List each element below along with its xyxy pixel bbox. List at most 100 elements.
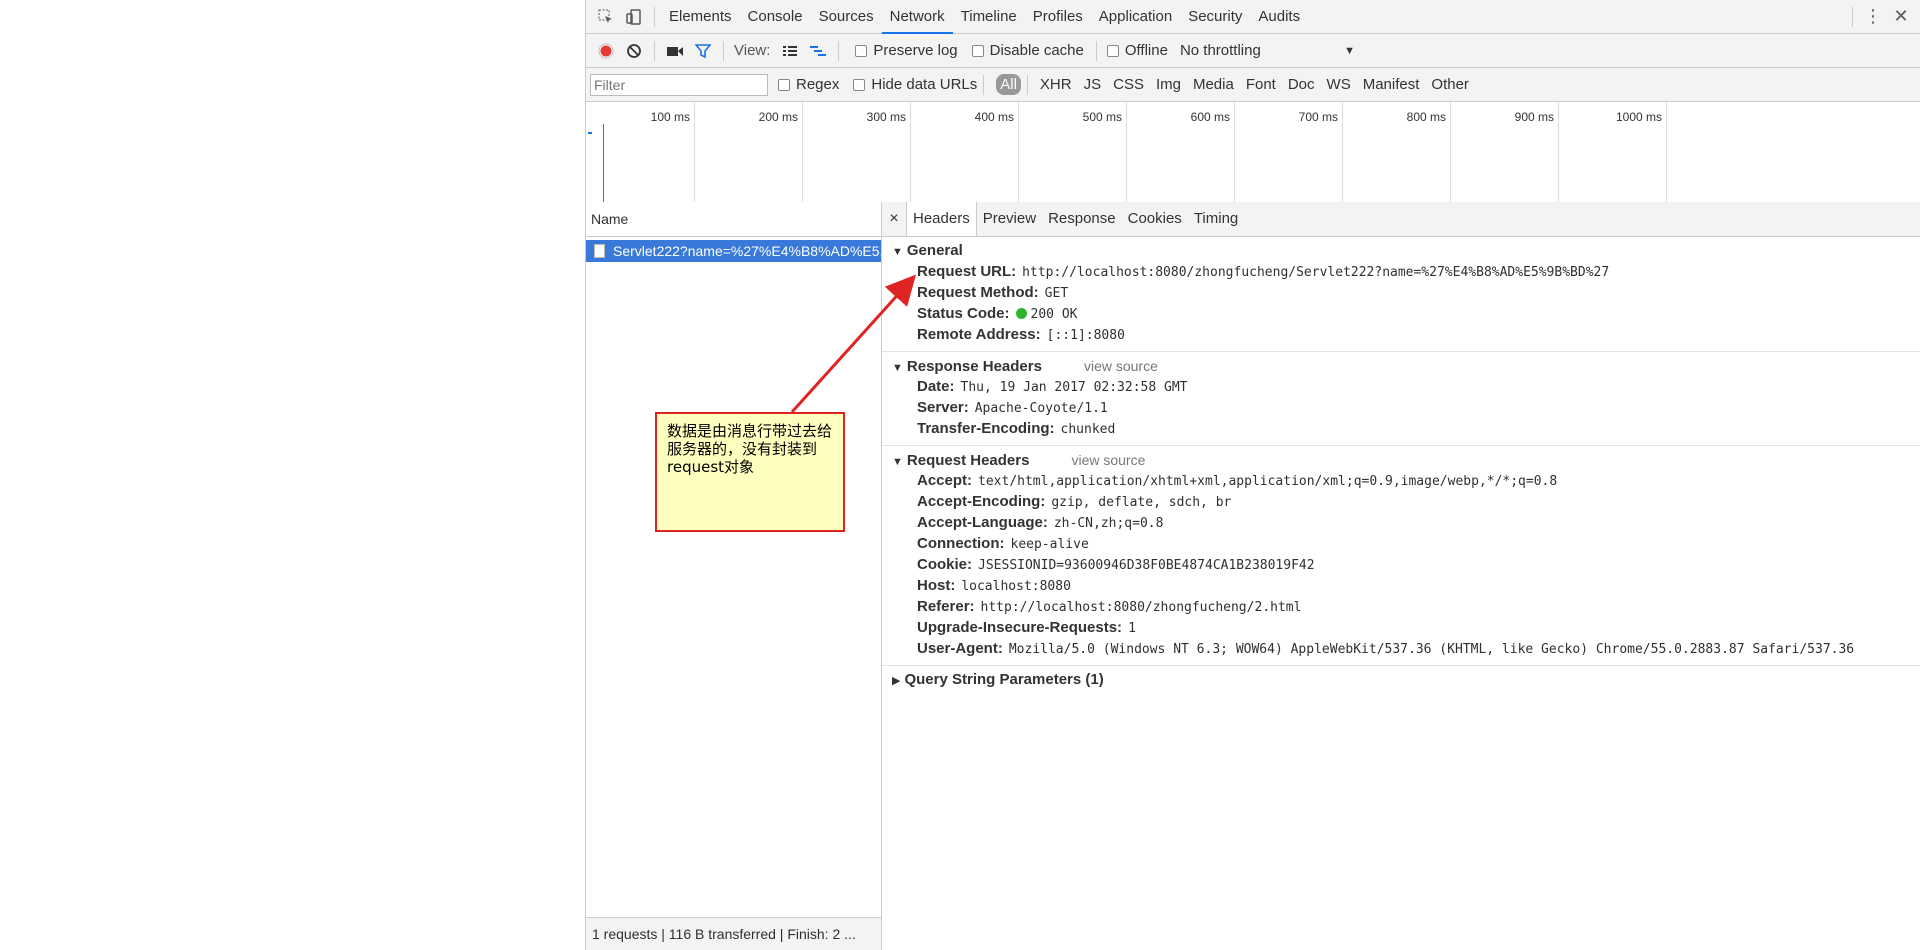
header-key: Connection: [917,535,1005,552]
header-value: gzip, deflate, sdch, br [1051,495,1232,510]
filter-type-img[interactable]: Img [1150,76,1187,93]
header-value: GET [1044,286,1069,301]
capture-screenshots-icon[interactable] [661,38,689,64]
dom-content-loaded-line [603,124,604,202]
response-headers-toggle[interactable]: ▼ Response Headers view source [882,356,1920,376]
tab-network[interactable]: Network [881,0,953,34]
header-key: Remote Address: [917,326,1041,343]
filter-type-ws[interactable]: WS [1321,76,1357,93]
timeline-gridline [802,102,803,202]
tab-audits[interactable]: Audits [1250,0,1308,34]
filter-type-all[interactable]: All [996,74,1021,95]
filter-icon[interactable] [689,38,717,64]
filter-type-xhr[interactable]: XHR [1034,76,1078,93]
more-options-icon[interactable]: ⋮ [1859,4,1887,30]
header-value: chunked [1060,422,1116,437]
close-detail-icon[interactable]: × [882,210,906,228]
filter-bar: Regex Hide data URLs All XHRJSCSSImgMedia… [586,68,1920,102]
clear-icon[interactable] [620,38,648,64]
tab-console[interactable]: Console [740,0,811,34]
status-ok-icon [1015,308,1027,319]
devtools-tab-bar: Elements Console Sources Network Timeline Pro… [586,0,1920,34]
tab-security[interactable]: Security [1180,0,1250,34]
filter-input[interactable] [590,73,768,96]
device-toolbar-icon[interactable] [620,4,648,30]
header-key: Accept-Encoding: [917,493,1046,510]
timeline-label: 300 ms [866,110,906,124]
response-headers-title: Response Headers [906,358,1042,375]
tab-profiles[interactable]: Profiles [1025,0,1091,34]
filter-type-doc[interactable]: Doc [1282,76,1321,93]
toolbar-divider [838,40,840,61]
header-value: text/html,application/xhtml+xml,applicat… [978,474,1558,489]
request-headers-toggle[interactable]: ▼ Request Headers view source [882,450,1920,470]
expanded-triangle-icon: ▼ [892,246,903,258]
tab-timeline[interactable]: Timeline [953,0,1025,34]
header-row: Accept-Encoding: gzip, deflate, sdch, br [882,491,1920,512]
response-view-source-link[interactable]: view source [1084,358,1158,374]
timeline-gridline [1450,102,1451,202]
header-key: Cookie: [917,556,973,573]
request-view-source-link[interactable]: view source [1071,452,1145,468]
timeline-gridline [910,102,911,202]
header-key: Request Method: [917,284,1039,301]
toolbar-divider [1026,74,1028,95]
filter-type-other[interactable]: Other [1425,76,1475,93]
large-rows-icon[interactable] [776,38,804,64]
disable-cache-label: Disable cache [989,42,1084,59]
inspect-element-icon[interactable] [592,4,620,30]
detail-tab-timing[interactable]: Timing [1188,202,1244,236]
timeline-gridline [1558,102,1559,202]
query-params-toggle[interactable]: ▶ Query String Parameters (1) [882,670,1920,690]
toolbar-divider [1852,6,1853,27]
query-params-title: Query String Parameters (1) [904,671,1104,688]
header-row: Accept-Language: zh-CN,zh;q=0.8 [882,512,1920,533]
detail-tabs: × Headers Preview Response Cookies Timing [882,202,1920,237]
filter-type-js[interactable]: JS [1078,76,1108,93]
timeline-gridline [1234,102,1235,202]
header-row: Request URL: http://localhost:8080/zhongf… [882,261,1920,282]
preserve-log-checkbox[interactable] [855,44,868,57]
request-row[interactable]: Servlet222?name=%27%E4%B8%AD%E5... [586,240,881,262]
timeline-overview[interactable]: 100 ms 200 ms 300 ms 400 ms 500 ms 600 ms 700 … [586,102,1920,203]
header-key: Server: [917,399,969,416]
filter-type-font[interactable]: Font [1240,76,1282,93]
header-row: Request Method: GET [882,282,1920,303]
overview-waterfall-icon[interactable] [804,38,832,64]
collapsed-triangle-icon: ▶ [892,675,901,687]
offline-checkbox[interactable] [1106,44,1119,57]
hide-data-urls-checkbox[interactable] [853,78,866,91]
tab-sources[interactable]: Sources [811,0,882,34]
header-key: Accept-Language: [917,514,1048,531]
general-section: ▼ General Request URL: http://localhost:80… [882,237,1920,352]
header-value: Thu, 19 Jan 2017 02:32:58 GMT [960,380,1188,395]
header-value: http://localhost:8080/zhongfucheng/Servl… [1022,265,1610,280]
regex-checkbox[interactable] [778,78,790,91]
timeline-label: 400 ms [974,110,1014,124]
detail-tab-response[interactable]: Response [1042,202,1122,236]
close-devtools-icon[interactable]: ✕ [1887,4,1915,30]
filter-type-css[interactable]: CSS [1107,76,1150,93]
detail-tab-headers[interactable]: Headers [906,202,977,236]
detail-tab-preview[interactable]: Preview [977,202,1042,236]
preserve-log-label: Preserve log [873,42,958,59]
record-icon[interactable] [592,38,620,64]
name-column-header[interactable]: Name [586,202,881,237]
throttling-select[interactable]: No throttling ▼ [1180,42,1355,59]
header-value: Mozilla/5.0 (Windows NT 6.3; WOW64) Appl… [1008,642,1855,657]
tab-elements[interactable]: Elements [661,0,740,34]
header-value: http://localhost:8080/zhongfucheng/2.htm… [980,600,1302,615]
toolbar-divider [654,6,655,27]
header-row: User-Agent: Mozilla/5.0 (Windows NT 6.3; … [882,638,1920,659]
disable-cache-checkbox[interactable] [971,44,984,57]
detail-tab-cookies[interactable]: Cookies [1122,202,1188,236]
timeline-gridline [1126,102,1127,202]
general-toggle[interactable]: ▼ General [882,241,1920,261]
tab-application[interactable]: Application [1091,0,1180,34]
response-headers-section: ▼ Response Headers view source Date: Thu, 1… [882,352,1920,446]
header-key: Request URL: [917,263,1017,280]
general-title: General [906,242,963,259]
filter-type-manifest[interactable]: Manifest [1357,76,1426,93]
header-value: keep-alive [1010,537,1089,552]
filter-type-media[interactable]: Media [1187,76,1240,93]
